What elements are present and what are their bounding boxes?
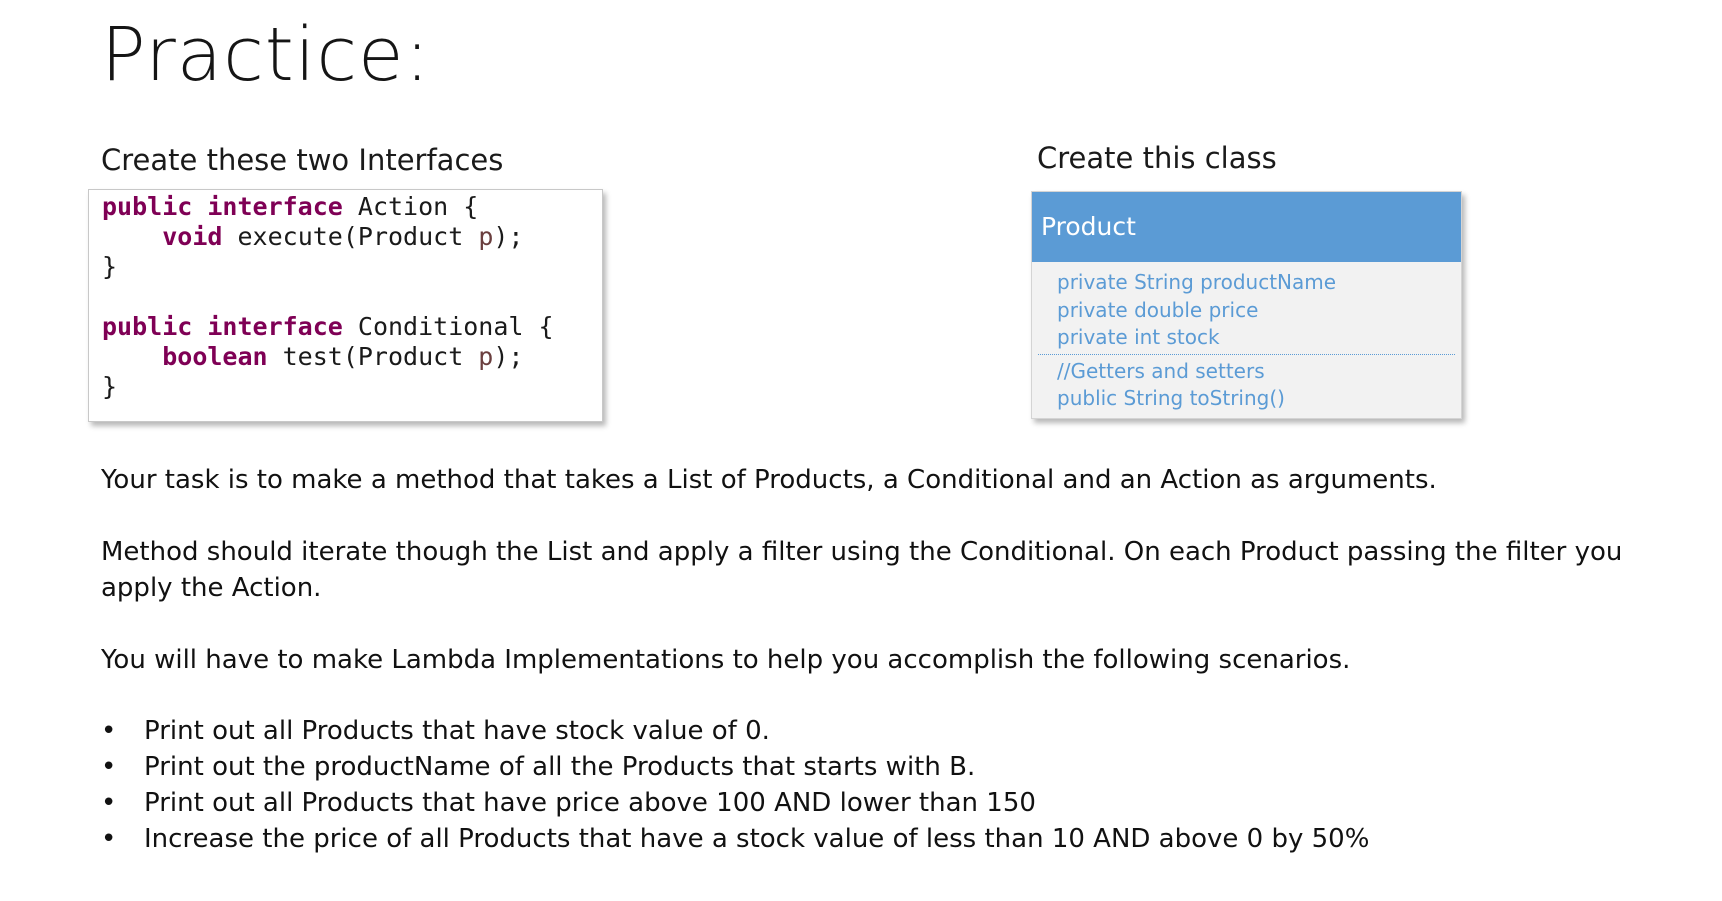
class-heading: Create this class	[1037, 141, 1277, 175]
code-keyword: public	[102, 192, 193, 221]
method-description-paragraph: Method should iterate though the List an…	[101, 537, 1623, 603]
code-line-closing-brace: }	[102, 252, 118, 281]
code-line-execute-method: void execute(Product p);	[102, 222, 523, 252]
lambda-instruction-paragraph: You will have to make Lambda Implementat…	[101, 645, 1351, 675]
uml-field: private String productName	[1057, 270, 1337, 294]
code-text: Action {	[342, 192, 479, 221]
code-text: );	[493, 342, 524, 371]
product-uml-class-diagram: Product private String productName priva…	[1031, 191, 1462, 419]
code-text: execute(Product	[222, 222, 479, 251]
code-line-action-declaration: public interface Action {	[102, 192, 478, 222]
code-text: Conditional {	[342, 312, 554, 341]
code-line-test-method: boolean test(Product p);	[102, 342, 523, 372]
bullet-icon: •	[101, 752, 117, 782]
scenario-text: Print out all Products that have stock v…	[144, 716, 770, 746]
code-line-conditional-declaration: public interface Conditional {	[102, 312, 554, 342]
scenario-text: Print out all Products that have price a…	[144, 788, 1036, 818]
bullet-icon: •	[101, 824, 117, 854]
uml-divider	[1038, 354, 1455, 355]
code-text: test(Product	[267, 342, 479, 371]
uml-field: private int stock	[1057, 325, 1220, 349]
uml-field: private double price	[1057, 298, 1259, 322]
code-keyword: void	[162, 222, 223, 251]
code-keyword: interface	[207, 312, 343, 341]
code-line-closing-brace: }	[102, 372, 118, 401]
code-text: );	[493, 222, 524, 251]
code-keyword: boolean	[162, 342, 268, 371]
code-keyword: public	[102, 312, 193, 341]
uml-method: //Getters and setters	[1057, 359, 1265, 383]
bullet-icon: •	[101, 716, 117, 746]
interfaces-code-block: public interface Action { void execute(P…	[88, 189, 603, 422]
scenario-text: Print out the productName of all the Pro…	[144, 752, 976, 782]
bullet-icon: •	[101, 788, 117, 818]
code-parameter: p	[478, 342, 494, 371]
code-keyword: interface	[207, 192, 343, 221]
uml-method: public String toString()	[1057, 386, 1285, 410]
interfaces-heading: Create these two Interfaces	[101, 143, 504, 177]
uml-class-name: Product	[1041, 212, 1136, 241]
scenario-text: Increase the price of all Products that …	[144, 824, 1370, 854]
slide-title: Practice:	[101, 12, 431, 98]
task-paragraph: Your task is to make a method that takes…	[101, 465, 1437, 495]
code-parameter: p	[478, 222, 494, 251]
uml-class-header: Product	[1032, 192, 1461, 262]
